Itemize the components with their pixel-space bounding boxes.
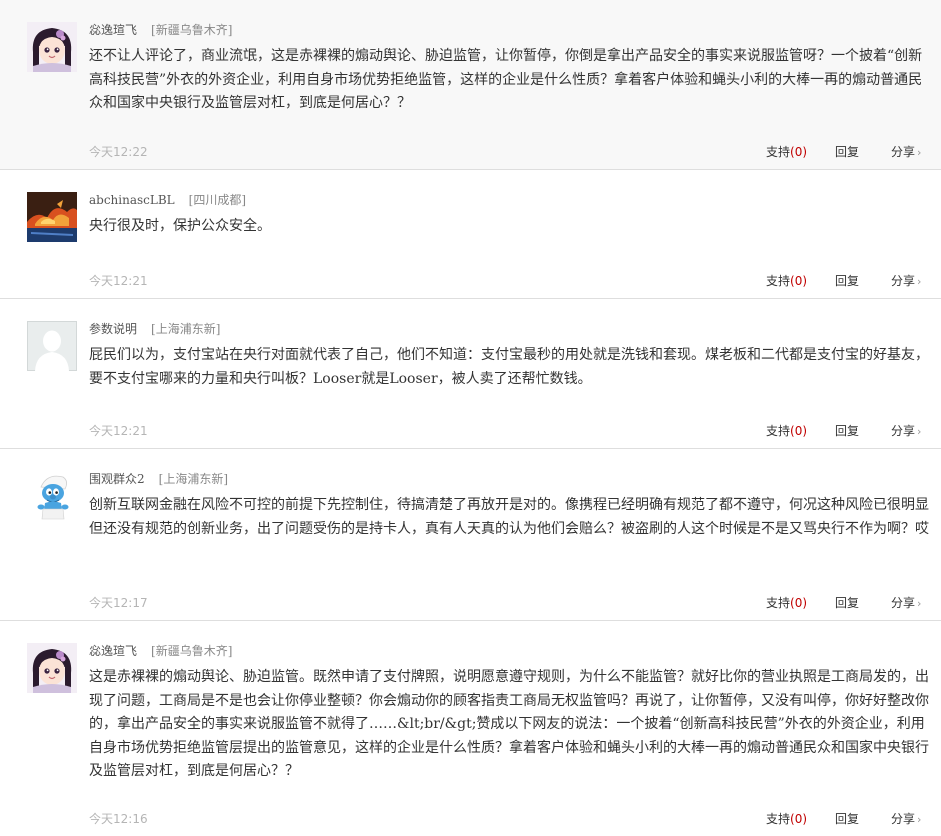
support-button[interactable]: 支持(0) [766, 594, 807, 612]
chevron-right-icon: › [917, 275, 922, 288]
comment-text: 创新互联网金融在风险不可控的前提下先控制住，待搞清楚了再放开是对的。像携程已经明… [89, 497, 929, 537]
anime-girl-avatar-icon [27, 22, 77, 72]
avatar[interactable] [27, 192, 77, 242]
avatar[interactable] [27, 471, 77, 521]
reply-button[interactable]: 回复 [835, 594, 859, 612]
share-label: 分享 [891, 812, 916, 826]
share-label: 分享 [891, 596, 916, 610]
comment-list: 惢逸瑄飞 [新疆乌鲁木齐] 还不让人评论了，商业流氓，这是赤裸裸的煽动舆论、胁迫监… [0, 0, 941, 836]
comment-meta: 惢逸瑄飞 [新疆乌鲁木齐] [89, 643, 232, 659]
chevron-right-icon: › [917, 425, 922, 438]
avatar[interactable] [27, 643, 77, 693]
comment-footer: 今天12:17 支持(0) 回复 分享 › [89, 594, 923, 612]
comment-text: 央行很及时，保护公众安全。 [89, 218, 271, 234]
comment-item: 惢逸瑄飞 [新疆乌鲁木齐] 这是赤裸裸的煽动舆论、胁迫监管。既然申请了支付牌照，说… [0, 621, 941, 836]
reply-button[interactable]: 回复 [835, 272, 859, 290]
comment-text: 还不让人评论了，商业流氓，这是赤裸裸的煽动舆论、胁迫监管，让你暂停，你倒是拿出产… [89, 48, 923, 111]
share-button[interactable]: 分享 › [891, 272, 921, 291]
comment-item: 围观群众2 [上海浦东新] 创新互联网金融在风险不可控的前提下先控制住，待搞清楚了… [0, 449, 941, 621]
support-count: (0) [790, 274, 808, 288]
support-count: (0) [790, 424, 808, 438]
chevron-right-icon: › [917, 597, 922, 610]
comment-item: 惢逸瑄飞 [新疆乌鲁木齐] 还不让人评论了，商业流氓，这是赤裸裸的煽动舆论、胁迫监… [0, 0, 941, 170]
support-label: 支持 [766, 596, 791, 610]
comment-meta: 围观群众2 [上海浦东新] [89, 471, 228, 487]
comment-footer: 今天12:22 支持(0) 回复 分享 › [89, 143, 923, 161]
share-label: 分享 [891, 145, 916, 159]
comment-time: 今天12:22 [89, 145, 148, 159]
comment-text: 屁民们以为，支付宝站在央行对面就代表了自己，他们不知道：支付宝最秒的用处就是洗钱… [89, 347, 929, 387]
comment-meta: 参数说明 [上海浦东新] [89, 321, 220, 337]
avatar[interactable] [27, 321, 77, 371]
share-button[interactable]: 分享 › [891, 810, 921, 829]
comment-footer: 今天12:21 支持(0) 回复 分享 › [89, 272, 923, 290]
username[interactable]: abchinascLBL [89, 193, 175, 207]
support-label: 支持 [766, 145, 791, 159]
support-label: 支持 [766, 424, 791, 438]
share-label: 分享 [891, 424, 916, 438]
fire-horse-avatar-icon [27, 192, 77, 242]
comment-item: 参数说明 [上海浦东新] 屁民们以为，支付宝站在央行对面就代表了自己，他们不知道：… [0, 299, 941, 449]
comment-time: 今天12:17 [89, 596, 148, 610]
support-count: (0) [790, 812, 808, 826]
reply-button[interactable]: 回复 [835, 810, 859, 828]
comment-text: 这是赤裸裸的煽动舆论、胁迫监管。既然申请了支付牌照，说明愿意遵守规则，为什么不能… [89, 669, 929, 779]
username[interactable]: 围观群众2 [89, 472, 145, 486]
support-count: (0) [790, 596, 808, 610]
support-count: (0) [790, 145, 808, 159]
support-button[interactable]: 支持(0) [766, 272, 807, 290]
chevron-right-icon: › [917, 146, 922, 159]
comment-time: 今天12:16 [89, 812, 148, 826]
comment-footer: 今天12:16 支持(0) 回复 分享 › [89, 810, 923, 828]
user-location: [上海浦东新] [158, 472, 229, 486]
comment-footer: 今天12:21 支持(0) 回复 分享 › [89, 422, 923, 440]
comment-time: 今天12:21 [89, 274, 148, 288]
reply-button[interactable]: 回复 [835, 422, 859, 440]
default-user-avatar-icon [27, 321, 77, 371]
avatar[interactable] [27, 22, 77, 72]
support-label: 支持 [766, 812, 791, 826]
username[interactable]: 惢逸瑄飞 [89, 23, 137, 37]
support-button[interactable]: 支持(0) [766, 143, 807, 161]
chevron-right-icon: › [917, 813, 922, 826]
username[interactable]: 参数说明 [89, 322, 137, 336]
username[interactable]: 惢逸瑄飞 [89, 644, 137, 658]
support-button[interactable]: 支持(0) [766, 422, 807, 440]
reply-button[interactable]: 回复 [835, 143, 859, 161]
support-button[interactable]: 支持(0) [766, 810, 807, 828]
share-button[interactable]: 分享 › [891, 594, 921, 613]
comment-meta: abchinascLBL [四川成都] [89, 192, 246, 208]
share-label: 分享 [891, 274, 916, 288]
anime-girl-avatar-icon [27, 643, 77, 693]
comment-time: 今天12:21 [89, 424, 148, 438]
share-button[interactable]: 分享 › [891, 143, 921, 162]
user-location: [上海浦东新] [151, 322, 221, 336]
user-location: [四川成都] [188, 193, 247, 207]
comment-item: abchinascLBL [四川成都] 央行很及时，保护公众安全。 今天12:21… [0, 170, 941, 299]
comment-meta: 惢逸瑄飞 [新疆乌鲁木齐] [89, 22, 232, 38]
user-location: [新疆乌鲁木齐] [151, 23, 233, 37]
smurf-avatar-icon [27, 471, 77, 521]
support-label: 支持 [766, 274, 791, 288]
share-button[interactable]: 分享 › [891, 422, 921, 441]
user-location: [新疆乌鲁木齐] [151, 644, 233, 658]
